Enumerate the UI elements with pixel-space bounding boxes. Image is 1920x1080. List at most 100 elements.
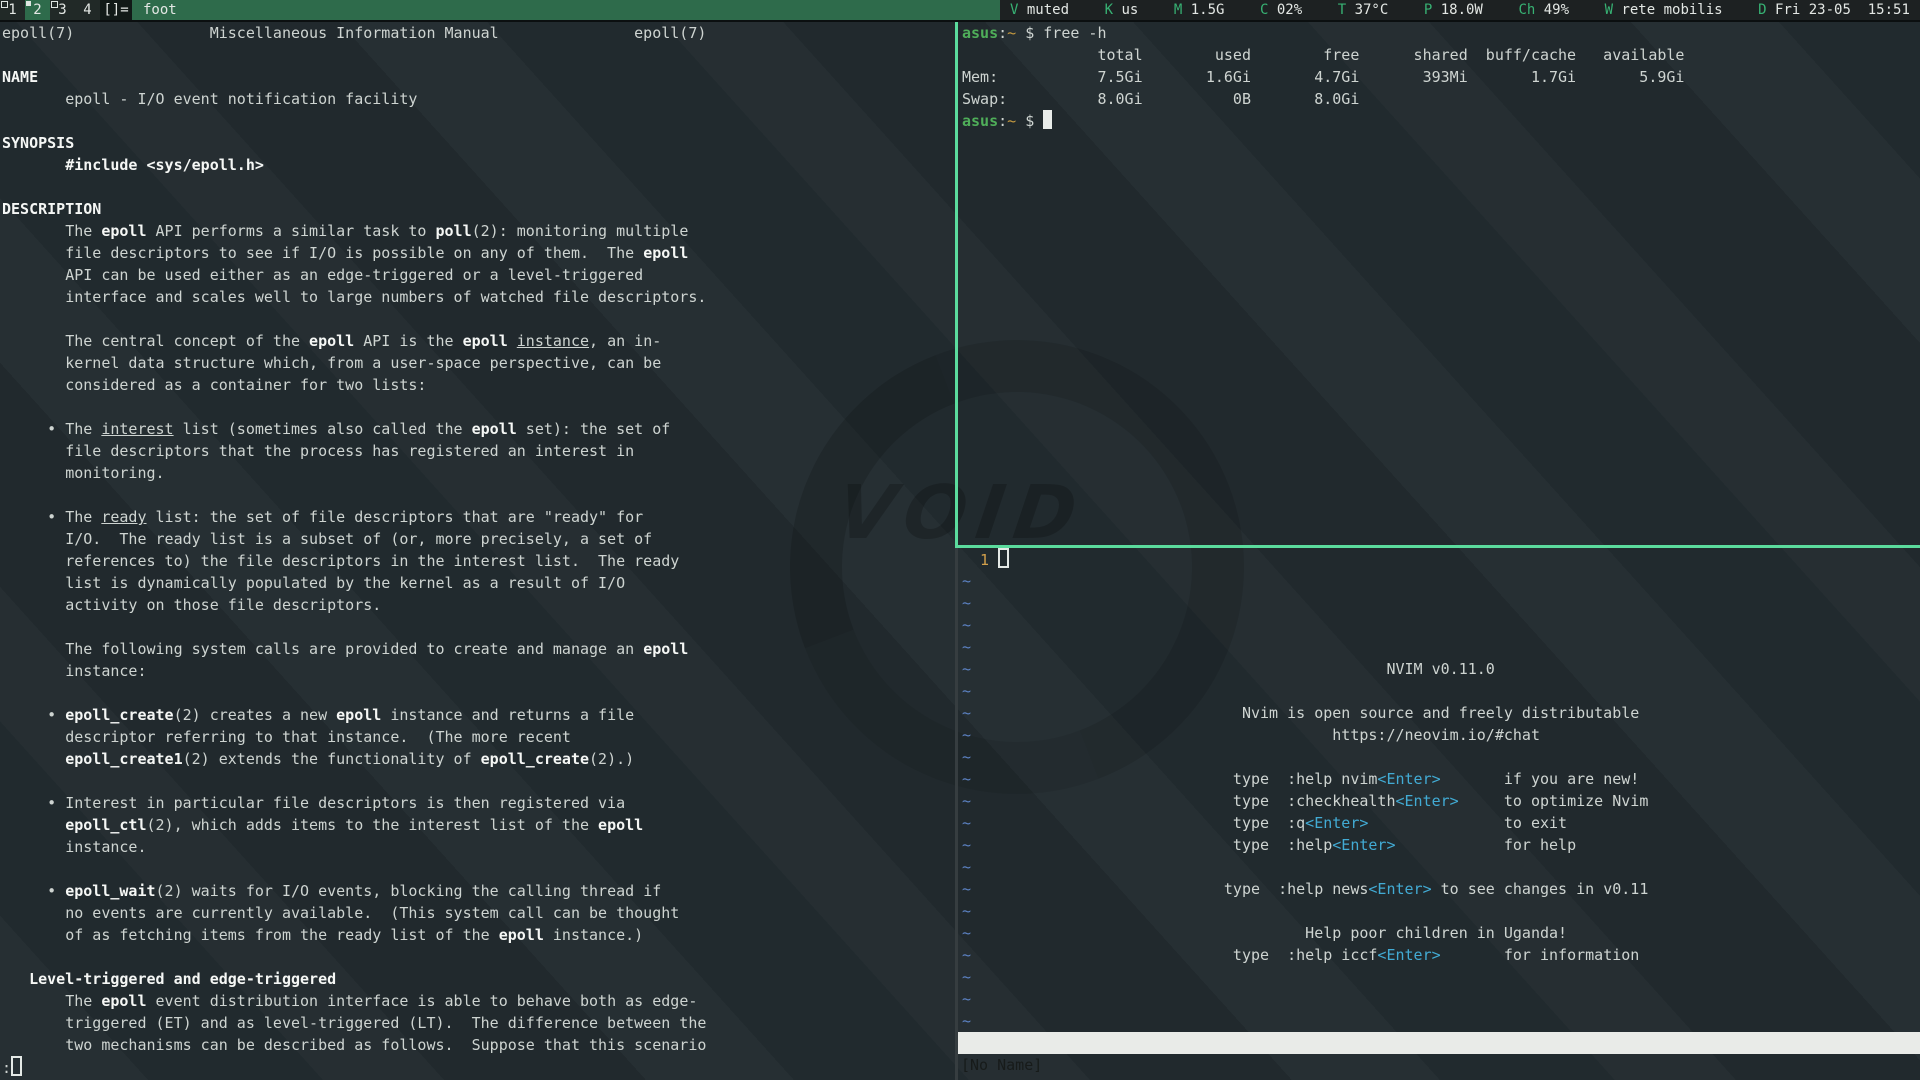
man-page-line: I/O. The ready list is a subset of (or, … (0, 528, 955, 550)
workspace-button-3[interactable]: 3 (50, 0, 75, 20)
text-segment: interface and scales well to large numbe… (2, 288, 706, 306)
text-segment (2, 816, 65, 834)
text-segment: monitoring. (2, 464, 165, 482)
text-segment: I/O. The ready list is a subset of (or, … (2, 530, 652, 548)
text-segment: ~ (962, 1012, 971, 1030)
status-key: T (1338, 2, 1355, 18)
status-key: D (1758, 2, 1775, 18)
text-segment: • Interest in particular file descriptor… (2, 794, 625, 812)
text-segment (2, 156, 65, 174)
man-page-line: references to) the file descriptors in t… (0, 550, 955, 572)
text-segment: : (2, 1059, 11, 1077)
text-segment: of as fetching items from the ready list… (2, 926, 499, 944)
nvim-line: ~ (958, 966, 1920, 988)
man-page-line: descriptor referring to that instance. (… (0, 726, 955, 748)
text-segment: list is dynamically populated by the ker… (2, 574, 625, 592)
text-segment: epoll - I/O event notification facility (2, 90, 417, 108)
text-segment: two mechanisms can be described as follo… (2, 1036, 706, 1054)
text-segment: ~ (962, 638, 971, 656)
text-segment: $ free -h (1016, 24, 1106, 42)
nvim-line: 1 (958, 548, 1920, 570)
text-segment: list (sometimes also called the (174, 420, 472, 438)
text-segment: instance and returns a file (381, 706, 634, 724)
text-segment: ~ (962, 968, 971, 986)
text-segment: <Enter> (1332, 836, 1395, 854)
man-page-line: of as fetching items from the ready list… (0, 924, 955, 946)
text-segment: epoll_wait (65, 882, 155, 900)
man-page-line: list is dynamically populated by the ker… (0, 572, 955, 594)
text-segment: : (998, 112, 1007, 130)
text-segment: ready (101, 508, 146, 526)
text-segment: epoll(7) Miscellaneous Information Manua… (2, 24, 706, 42)
active-terminal-cursor (1043, 110, 1052, 129)
terminal-line: Swap: 8.0Gi 0B 8.0Gi (958, 88, 1920, 110)
text-segment: (2) creates a new (174, 706, 337, 724)
status-key: K (1105, 2, 1122, 18)
man-page-line: The central concept of the epoll API is … (0, 330, 955, 352)
man-page-line: considered as a container for two lists: (0, 374, 955, 396)
status-key: W (1605, 2, 1622, 18)
text-segment: ~ (1007, 24, 1016, 42)
nvim-line: ~ (958, 614, 1920, 636)
status-value: 49% (1544, 2, 1569, 18)
status-key: C (1260, 2, 1277, 18)
text-segment: Swap: 8.0Gi 0B 8.0Gi (962, 90, 1359, 108)
workspace-button-2[interactable]: 2 (25, 0, 50, 20)
text-segment: total used free shared buff/cache availa… (962, 46, 1684, 64)
text-segment: activity on those file descriptors. (2, 596, 381, 614)
text-segment: no events are currently available. (This… (2, 904, 679, 922)
right-column: asus:~ $ free -h total used free shared … (958, 22, 1920, 1080)
text-segment: triggered (ET) and as level-triggered (L… (2, 1014, 706, 1032)
text-segment: API is the (354, 332, 462, 350)
man-page-line: instance. (0, 836, 955, 858)
text-segment: poll (435, 222, 471, 240)
text-segment: • (2, 882, 65, 900)
text-segment: 1 (962, 551, 998, 569)
text-segment: if you are new! (1441, 770, 1640, 788)
terminal-man-epoll[interactable]: epoll(7) Miscellaneous Information Manua… (0, 22, 955, 1080)
text-segment (508, 332, 517, 350)
text-segment: epoll_create1 (65, 750, 182, 768)
man-page-line (0, 176, 955, 198)
nvim-line: ~ (958, 680, 1920, 702)
nvim-line: ~ (958, 1010, 1920, 1032)
text-segment: ~ (962, 814, 971, 832)
terminal-shell[interactable]: asus:~ $ free -h total used free shared … (958, 22, 1920, 545)
status-item-D: D Fri 23-05 15:51 (1758, 2, 1910, 18)
nvim-line: ~ type :help news<Enter> to see changes … (958, 878, 1920, 900)
text-segment: to optimize Nvim (1459, 792, 1649, 810)
status-item-P: P 18.0W (1424, 2, 1483, 18)
text-segment: (2) waits for I/O events, blocking the c… (156, 882, 662, 900)
text-segment: NVIM v0.11.0 (971, 660, 1495, 678)
status-value: Fri 23-05 15:51 (1775, 2, 1910, 18)
nvim-line: ~ type :checkhealth<Enter> to optimize N… (958, 790, 1920, 812)
text-segment: $ (1016, 112, 1043, 130)
man-page-line: activity on those file descriptors. (0, 594, 955, 616)
text-segment: to see changes in v0.11 (1432, 880, 1649, 898)
man-page-line: • The ready list: the set of file descri… (0, 506, 955, 528)
workspace-label: 4 (83, 2, 91, 18)
man-page-line: The epoll event distribution interface i… (0, 990, 955, 1012)
text-segment: ~ (962, 572, 971, 590)
text-segment: references to) the file descriptors in t… (2, 552, 679, 570)
text-segment: https://neovim.io/#chat (971, 726, 1540, 744)
workspace-button-4[interactable]: 4 (75, 0, 100, 20)
nvim-line: ~ Nvim is open source and freely distrib… (958, 702, 1920, 724)
status-value: us (1121, 2, 1138, 18)
man-page-line: two mechanisms can be described as follo… (0, 1034, 955, 1056)
text-segment: type :q (971, 814, 1305, 832)
text-segment: (2).) (589, 750, 634, 768)
text-segment: file descriptors to see if I/O is possib… (2, 244, 643, 262)
text-segment: instance (517, 332, 589, 350)
man-page-line (0, 682, 955, 704)
workspace-button-1[interactable]: 1 (0, 0, 25, 20)
text-segment: for help (1395, 836, 1576, 854)
nvim-line: ~ Help poor children in Uganda! (958, 922, 1920, 944)
nvim-line: ~ (958, 592, 1920, 614)
nvim-line: ~ (958, 746, 1920, 768)
text-segment: <Enter> (1377, 770, 1440, 788)
neovim-window[interactable]: 1 ~~~~~ NVIM v0.11.0~~ Nvim is open sour… (958, 548, 1920, 1080)
text-segment: ~ (962, 616, 971, 634)
text-segment: <Enter> (1368, 880, 1431, 898)
man-page-line: • epoll_create(2) creates a new epoll in… (0, 704, 955, 726)
